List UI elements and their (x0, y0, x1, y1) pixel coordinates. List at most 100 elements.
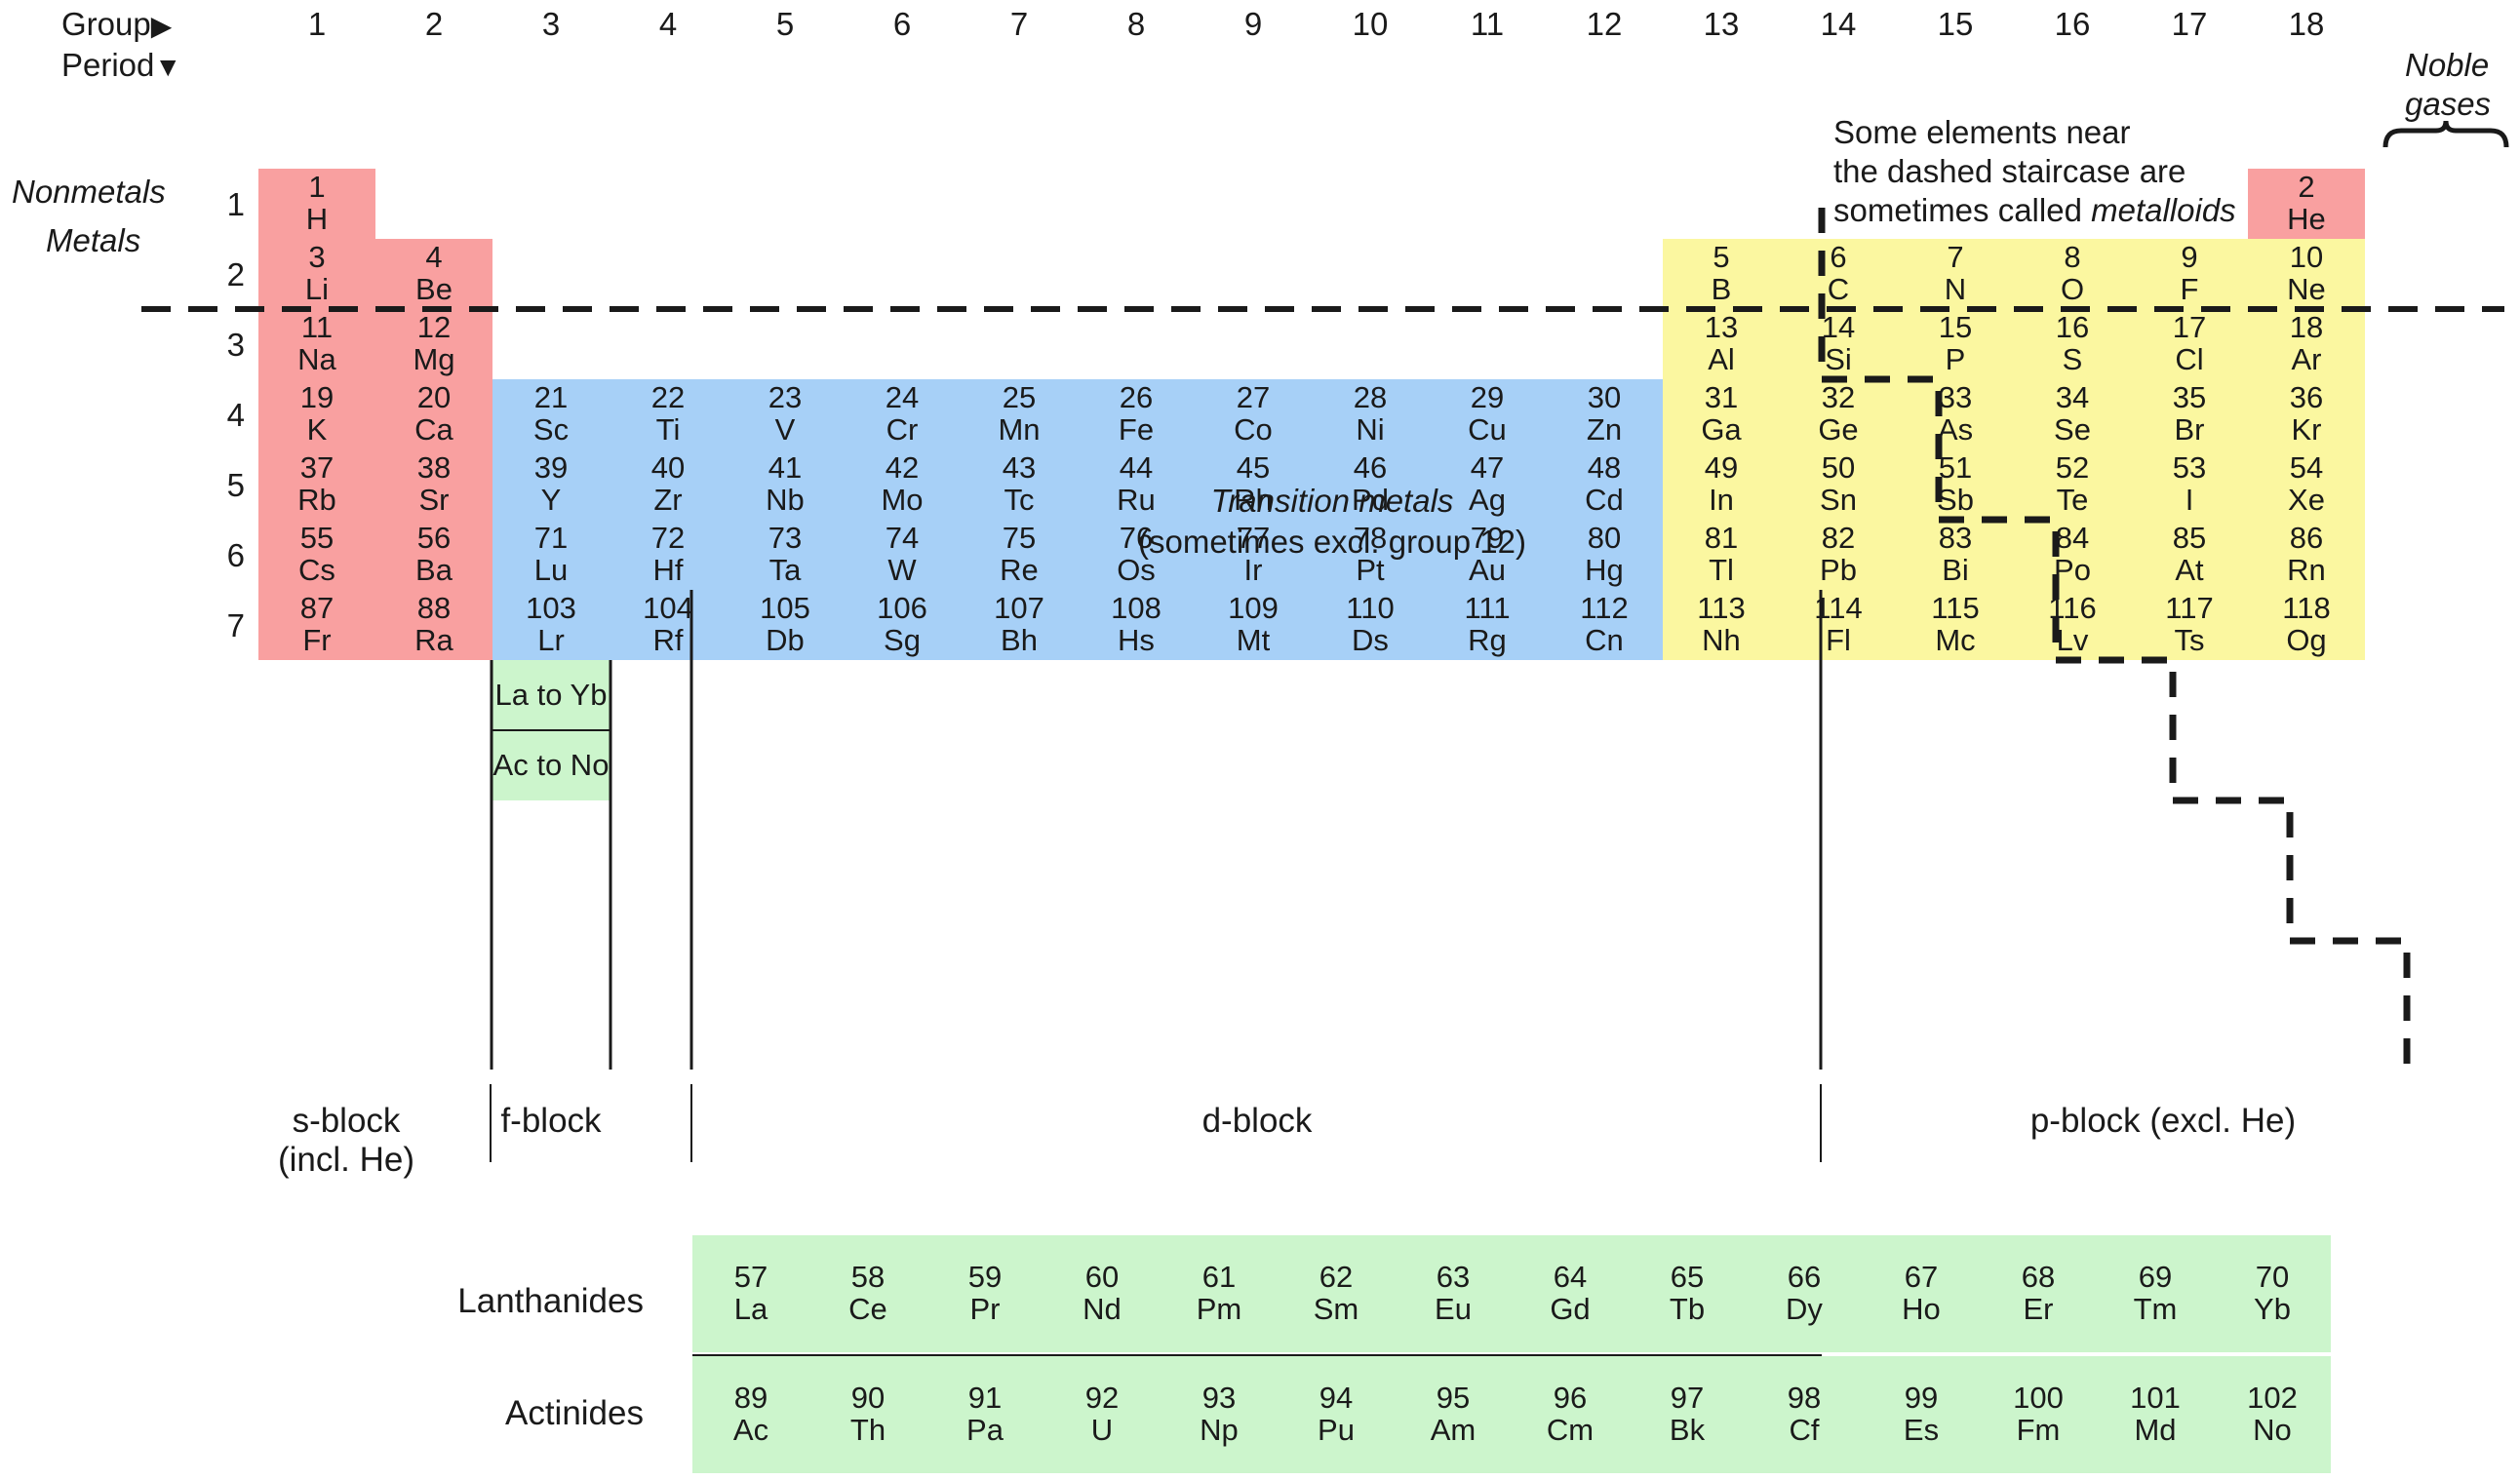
element-cell-Fe[interactable]: 26 Fe (1078, 379, 1195, 449)
element-cell-Tl[interactable]: 81 Tl (1663, 520, 1780, 590)
element-cell-Li[interactable]: 3 Li (258, 239, 375, 309)
lanthanide-cell-Ho[interactable]: 67 Ho (1863, 1235, 1980, 1352)
actinide-cell-Th[interactable]: 90 Th (809, 1356, 926, 1473)
lanthanide-cell-Pr[interactable]: 59 Pr (926, 1235, 1043, 1352)
element-cell-B[interactable]: 5B (1663, 239, 1780, 309)
element-cell-I[interactable]: 53 I (2131, 449, 2248, 520)
element-cell-Xe[interactable]: 54 Xe (2248, 449, 2365, 520)
lanthanide-cell-Sm[interactable]: 62 Sm (1278, 1235, 1395, 1352)
element-cell-Po[interactable]: 84 Po (2014, 520, 2131, 590)
element-cell-Hs[interactable]: 108 Hs (1078, 590, 1195, 660)
lanthanide-cell-Gd[interactable]: 64 Gd (1512, 1235, 1629, 1352)
f-block-placeholder-lanthanides[interactable]: La to Yb (492, 660, 610, 730)
element-cell-Pb[interactable]: 82 Pb (1780, 520, 1897, 590)
element-cell-Mo[interactable]: 42 Mo (844, 449, 961, 520)
element-cell-Ta[interactable]: 73 Ta (727, 520, 844, 590)
actinide-cell-Pa[interactable]: 91 Pa (926, 1356, 1043, 1473)
element-cell-Ra[interactable]: 88 Ra (375, 590, 492, 660)
element-cell-Lv[interactable]: 116 Lv (2014, 590, 2131, 660)
element-cell-Bh[interactable]: 107 Bh (961, 590, 1078, 660)
lanthanide-cell-Pm[interactable]: 61 Pm (1161, 1235, 1278, 1352)
element-cell-Sg[interactable]: 106 Sg (844, 590, 961, 660)
element-cell-Nb[interactable]: 41 Nb (727, 449, 844, 520)
element-cell-Se[interactable]: 34 Se (2014, 379, 2131, 449)
actinide-cell-Cm[interactable]: 96 Cm (1512, 1356, 1629, 1473)
element-cell-In[interactable]: 49 In (1663, 449, 1780, 520)
element-cell-Y[interactable]: 39 Y (492, 449, 610, 520)
element-cell-Rb[interactable]: 37 Rb (258, 449, 375, 520)
actinide-cell-Ac[interactable]: 89 Ac (692, 1356, 809, 1473)
element-cell-Nh[interactable]: 113 Nh (1663, 590, 1780, 660)
element-cell-Bi[interactable]: 83 Bi (1897, 520, 2014, 590)
element-cell-Fl[interactable]: 114 Fl (1780, 590, 1897, 660)
element-cell-Cr[interactable]: 24 Cr (844, 379, 961, 449)
f-block-placeholder-actinides[interactable]: Ac to No (492, 730, 610, 800)
element-cell-Mt[interactable]: 109 Mt (1195, 590, 1312, 660)
actinide-cell-Pu[interactable]: 94 Pu (1278, 1356, 1395, 1473)
element-cell-Hf[interactable]: 72 Hf (610, 520, 727, 590)
element-cell-Ar[interactable]: 18 Ar (2248, 309, 2365, 379)
element-cell-O[interactable]: 8O (2014, 239, 2131, 309)
lanthanide-cell-Nd[interactable]: 60 Nd (1043, 1235, 1161, 1352)
element-cell-Ba[interactable]: 56 Ba (375, 520, 492, 590)
element-cell-N[interactable]: 7N (1897, 239, 2014, 309)
lanthanide-cell-Er[interactable]: 68 Er (1980, 1235, 2097, 1352)
lanthanide-cell-Tb[interactable]: 65 Tb (1629, 1235, 1746, 1352)
element-cell-Zn[interactable]: 30 Zn (1546, 379, 1663, 449)
element-cell-Si[interactable]: 14 Si (1780, 309, 1897, 379)
element-cell-Zr[interactable]: 40 Zr (610, 449, 727, 520)
element-cell-C[interactable]: 6C (1780, 239, 1897, 309)
lanthanide-cell-Ce[interactable]: 58 Ce (809, 1235, 926, 1352)
element-cell-Na[interactable]: 11 Na (258, 309, 375, 379)
lanthanide-cell-Yb[interactable]: 70 Yb (2214, 1235, 2331, 1352)
element-cell-Te[interactable]: 52 Te (2014, 449, 2131, 520)
element-cell-Ge[interactable]: 32 Ge (1780, 379, 1897, 449)
element-cell-V[interactable]: 23 V (727, 379, 844, 449)
element-cell-Sb[interactable]: 51 Sb (1897, 449, 2014, 520)
element-cell-K[interactable]: 19 K (258, 379, 375, 449)
actinide-cell-U[interactable]: 92 U (1043, 1356, 1161, 1473)
element-cell-Tc[interactable]: 43 Tc (961, 449, 1078, 520)
lanthanide-cell-Eu[interactable]: 63 Eu (1395, 1235, 1512, 1352)
element-cell-W[interactable]: 74 W (844, 520, 961, 590)
element-cell-Cs[interactable]: 55 Cs (258, 520, 375, 590)
actinide-cell-Es[interactable]: 99 Es (1863, 1356, 1980, 1473)
element-cell-Ni[interactable]: 28 Ni (1312, 379, 1429, 449)
element-cell-Mg[interactable]: 12 Mg (375, 309, 492, 379)
element-cell-Ti[interactable]: 22 Ti (610, 379, 727, 449)
element-cell-F[interactable]: 9F (2131, 239, 2248, 309)
element-cell-Fr[interactable]: 87 Fr (258, 590, 375, 660)
element-cell-P[interactable]: 15 P (1897, 309, 2014, 379)
element-cell-Mc[interactable]: 115 Mc (1897, 590, 2014, 660)
element-cell-Sr[interactable]: 38 Sr (375, 449, 492, 520)
element-cell-He[interactable]: 2 He (2248, 169, 2365, 239)
element-cell-Db[interactable]: 105 Db (727, 590, 844, 660)
element-cell-Be[interactable]: 4 Be (375, 239, 492, 309)
lanthanide-cell-La[interactable]: 57 La (692, 1235, 809, 1352)
actinide-cell-Md[interactable]: 101 Md (2097, 1356, 2214, 1473)
element-cell-Ca[interactable]: 20 Ca (375, 379, 492, 449)
element-cell-Ts[interactable]: 117 Ts (2131, 590, 2248, 660)
actinide-cell-Np[interactable]: 93 Np (1161, 1356, 1278, 1473)
element-cell-Cd[interactable]: 48 Cd (1546, 449, 1663, 520)
element-cell-Al[interactable]: 13 Al (1663, 309, 1780, 379)
element-cell-Ga[interactable]: 31 Ga (1663, 379, 1780, 449)
actinide-cell-Fm[interactable]: 100 Fm (1980, 1356, 2097, 1473)
element-cell-Co[interactable]: 27 Co (1195, 379, 1312, 449)
element-cell-H[interactable]: 1H (258, 169, 375, 239)
element-cell-Sc[interactable]: 21 Sc (492, 379, 610, 449)
element-cell-Mn[interactable]: 25 Mn (961, 379, 1078, 449)
element-cell-Ne[interactable]: 10 Ne (2248, 239, 2365, 309)
element-cell-Lr[interactable]: 103 Lr (492, 590, 610, 660)
lanthanide-cell-Tm[interactable]: 69 Tm (2097, 1235, 2214, 1352)
actinide-cell-Bk[interactable]: 97 Bk (1629, 1356, 1746, 1473)
element-cell-Rg[interactable]: 111 Rg (1429, 590, 1546, 660)
element-cell-Br[interactable]: 35 Br (2131, 379, 2248, 449)
element-cell-Sn[interactable]: 50 Sn (1780, 449, 1897, 520)
element-cell-At[interactable]: 85 At (2131, 520, 2248, 590)
element-cell-Cn[interactable]: 112 Cn (1546, 590, 1663, 660)
lanthanide-cell-Dy[interactable]: 66 Dy (1746, 1235, 1863, 1352)
element-cell-S[interactable]: 16 S (2014, 309, 2131, 379)
element-cell-Cu[interactable]: 29 Cu (1429, 379, 1546, 449)
element-cell-Rn[interactable]: 86 Rn (2248, 520, 2365, 590)
